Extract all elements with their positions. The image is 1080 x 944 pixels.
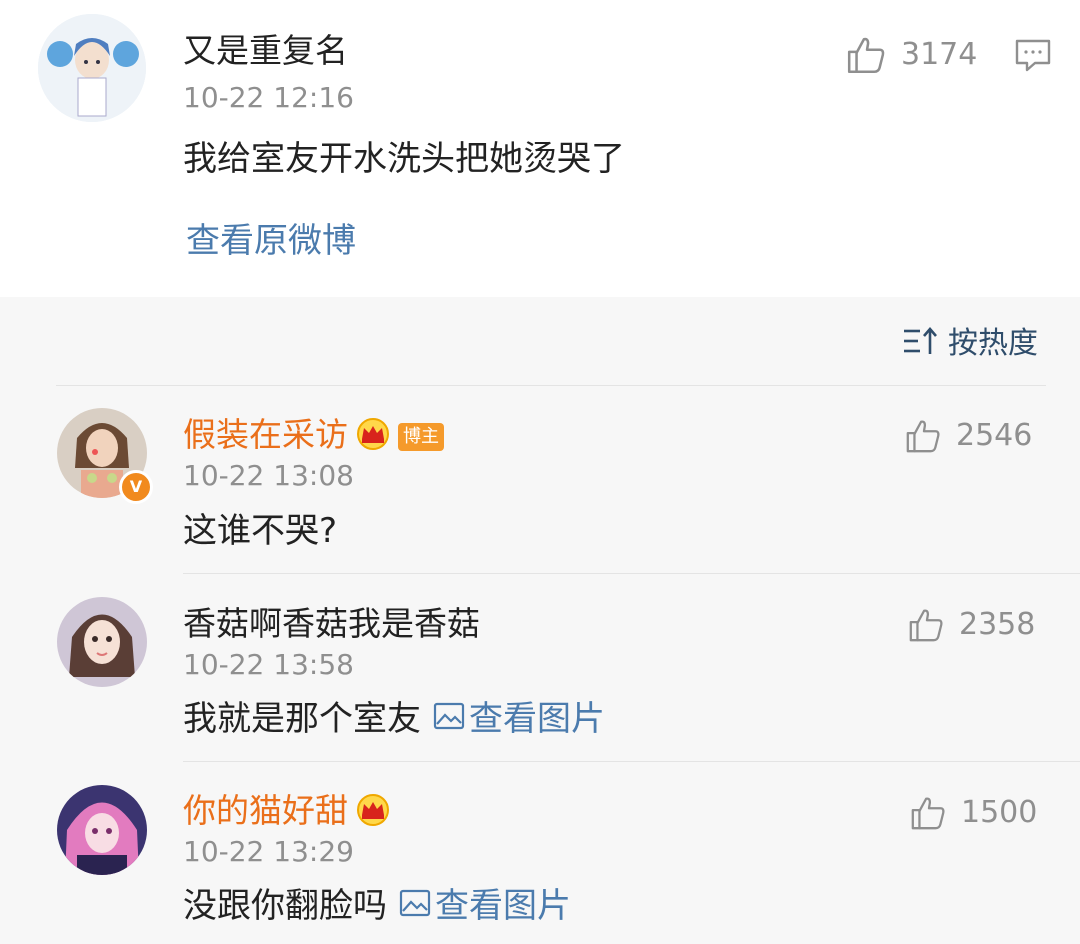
image-icon bbox=[399, 889, 431, 923]
comment-time: 10-22 13:08 bbox=[183, 459, 354, 492]
post-like-button[interactable]: 3174 bbox=[845, 34, 977, 76]
comment-text: 我就是那个室友 查看图片 bbox=[183, 699, 605, 739]
divider bbox=[183, 573, 1080, 574]
sort-by-hot-button[interactable]: 按热度 bbox=[902, 326, 1038, 362]
comment-time: 10-22 13:58 bbox=[183, 648, 354, 681]
comment-time: 10-22 13:29 bbox=[183, 835, 354, 868]
comment-like-button[interactable]: 1500 bbox=[909, 794, 1037, 832]
post-author-name[interactable]: 又是重复名 bbox=[183, 34, 348, 67]
post-author-avatar[interactable] bbox=[38, 14, 146, 122]
image-icon bbox=[433, 702, 465, 736]
blogger-badge: 博主 bbox=[398, 422, 444, 451]
thumbs-up-icon bbox=[909, 794, 947, 832]
comment-author-name[interactable]: 假装在采访 博主 bbox=[183, 418, 444, 455]
view-image-link[interactable]: 查看图片 bbox=[399, 889, 571, 923]
comment-like-button[interactable]: 2546 bbox=[904, 417, 1032, 455]
sort-label: 按热度 bbox=[948, 326, 1038, 361]
post-like-count: 3174 bbox=[901, 37, 978, 72]
crown-icon bbox=[354, 794, 392, 831]
view-original-link[interactable]: 查看原微博 bbox=[186, 224, 356, 258]
divider bbox=[183, 761, 1080, 762]
crown-icon bbox=[354, 418, 392, 455]
comment-like-count: 1500 bbox=[961, 795, 1038, 830]
comment-avatar[interactable] bbox=[57, 597, 147, 687]
divider bbox=[56, 385, 1046, 386]
comment-like-count: 2546 bbox=[956, 418, 1033, 453]
post-time: 10-22 12:16 bbox=[183, 81, 354, 114]
post-text: 我给室友开水洗头把她烫哭了 bbox=[183, 139, 625, 179]
comment-like-button[interactable]: 2358 bbox=[907, 606, 1035, 644]
comment-avatar[interactable] bbox=[57, 785, 147, 875]
comment-author-name[interactable]: 香菇啊香菇我是香菇 bbox=[183, 607, 480, 640]
thumbs-up-icon bbox=[845, 34, 887, 76]
thumbs-up-icon bbox=[907, 606, 945, 644]
comment-text: 这谁不哭? bbox=[183, 511, 338, 551]
view-image-link[interactable]: 查看图片 bbox=[433, 702, 605, 736]
thumbs-up-icon bbox=[904, 417, 942, 455]
comment-icon[interactable] bbox=[1014, 38, 1052, 78]
comment-like-count: 2358 bbox=[959, 607, 1036, 642]
comment-text: 没跟你翻脸吗 查看图片 bbox=[183, 886, 571, 926]
sort-icon bbox=[902, 326, 938, 362]
verified-v-icon: V bbox=[119, 470, 153, 504]
original-post: 又是重复名 10-22 12:16 我给室友开水洗头把她烫哭了 查看原微博 31… bbox=[0, 0, 1080, 297]
comment-author-name[interactable]: 你的猫好甜 bbox=[183, 794, 392, 831]
